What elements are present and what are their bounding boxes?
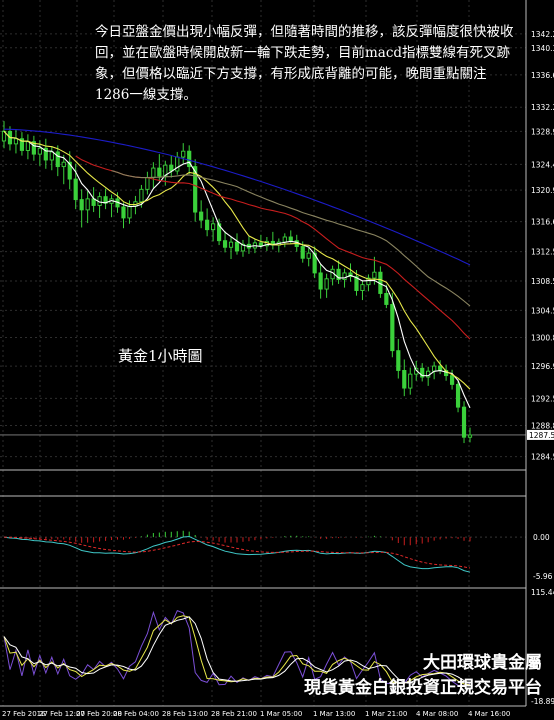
price-tick-label: 1296.90 xyxy=(531,362,554,371)
time-tick-label: 1 Mar 05:00 xyxy=(260,710,302,718)
price-tick-label: 1320.90 xyxy=(531,186,554,195)
candle-up xyxy=(127,205,132,219)
macd-panel xyxy=(0,530,526,573)
candle-down xyxy=(461,406,467,438)
candle-up xyxy=(13,138,19,145)
time-tick-label: 1 Mar 21:00 xyxy=(365,710,407,718)
candle-up xyxy=(181,150,186,158)
candle-down xyxy=(234,241,240,252)
macd-tick-label: -5.96 xyxy=(533,572,553,581)
candle-up xyxy=(372,271,377,279)
candle-up xyxy=(25,141,30,151)
candle-up xyxy=(282,236,287,243)
candle-down xyxy=(258,242,263,247)
time-tick-label: 1 Mar 13:00 xyxy=(313,710,355,718)
macd-tick-label: 0.00 xyxy=(533,533,550,542)
candle-down xyxy=(169,164,174,172)
price-tick-label: 1336.60 xyxy=(531,71,554,80)
price-tick-label: 1312.50 xyxy=(531,248,554,257)
candle-down xyxy=(55,151,60,168)
candle-up xyxy=(139,188,144,203)
candle-up xyxy=(342,272,347,280)
price-tick-label: 1304.50 xyxy=(531,306,554,315)
candle-up xyxy=(151,167,156,179)
price-tick-label: 1342.20 xyxy=(531,30,554,39)
price-tick-label: 1308.50 xyxy=(531,277,554,286)
price-tick-label: 1340.30 xyxy=(531,44,554,53)
candle-up xyxy=(49,151,54,161)
candle-up xyxy=(211,223,216,231)
price-tick-label: 1324.40 xyxy=(531,160,554,169)
candle-down xyxy=(300,246,305,259)
candle-down xyxy=(288,236,293,242)
time-tick-label: 4 Mar 08:00 xyxy=(416,710,458,718)
price-tick-label: 1288.80 xyxy=(531,421,554,430)
price-tick-label: 1332.20 xyxy=(531,103,554,112)
candle-up xyxy=(306,252,311,259)
candle-down xyxy=(449,375,455,385)
price-tick-label: 1328.90 xyxy=(531,127,554,136)
candle-up xyxy=(360,284,365,291)
candle-up xyxy=(61,161,66,168)
price-tick-label: 1292.50 xyxy=(531,394,554,403)
oscillator-tick-label: -18.897 xyxy=(531,697,554,706)
candle-up xyxy=(432,365,437,372)
candle-down xyxy=(396,350,401,371)
price-tick-label: 1284.55 xyxy=(531,453,554,462)
candle-up xyxy=(408,373,413,389)
time-tick-label: 28 Feb 13:00 xyxy=(162,710,208,718)
candle-down xyxy=(121,206,126,219)
candle-down xyxy=(384,293,389,305)
time-tick-label: 4 Mar 16:00 xyxy=(468,710,510,718)
brand-tagline: 現貨黃金白銀投資正規交易平台 xyxy=(304,678,542,698)
candle-down xyxy=(222,240,228,248)
analysis-commentary: 今日亞盤金價出現小幅反彈，但隨著時間的推移，該反彈幅度很快被收回，並在歐盤時候開… xyxy=(95,24,514,103)
gold-1h-chart: 1287.51 1342.20 1340.30 1336.60 1332.20 1328… xyxy=(0,0,554,718)
time-tick-label: 28 Feb 21:00 xyxy=(211,710,257,718)
candle-down xyxy=(402,370,407,389)
candle-up xyxy=(228,241,234,248)
candle-up xyxy=(324,278,329,290)
candle-down xyxy=(455,383,461,408)
price-tick-label: 1300.80 xyxy=(531,333,554,342)
price-tick-label: 1316.60 xyxy=(531,218,554,227)
candle-down xyxy=(157,167,162,177)
time-tick-label: 28 Feb 04:00 xyxy=(113,710,159,718)
candle-down xyxy=(390,304,395,352)
candle-down xyxy=(318,272,323,290)
candle-down xyxy=(199,211,204,221)
candle-down xyxy=(79,199,84,211)
brand-name: 大田環球貴金屬 xyxy=(423,653,542,673)
candle-down xyxy=(438,365,443,371)
last-price-label: 1287.51 xyxy=(529,431,554,440)
candle-up xyxy=(467,434,473,438)
candle-up xyxy=(145,177,150,190)
price-panel: 1287.51 xyxy=(0,121,554,444)
candle-down xyxy=(73,178,78,201)
candle-up xyxy=(37,147,42,155)
candle-down xyxy=(205,219,210,231)
candle-up xyxy=(85,198,90,211)
chart-panel-label: 黃金1小時圖 xyxy=(118,347,203,365)
oscillator-tick-label: 115.44 xyxy=(531,588,554,597)
